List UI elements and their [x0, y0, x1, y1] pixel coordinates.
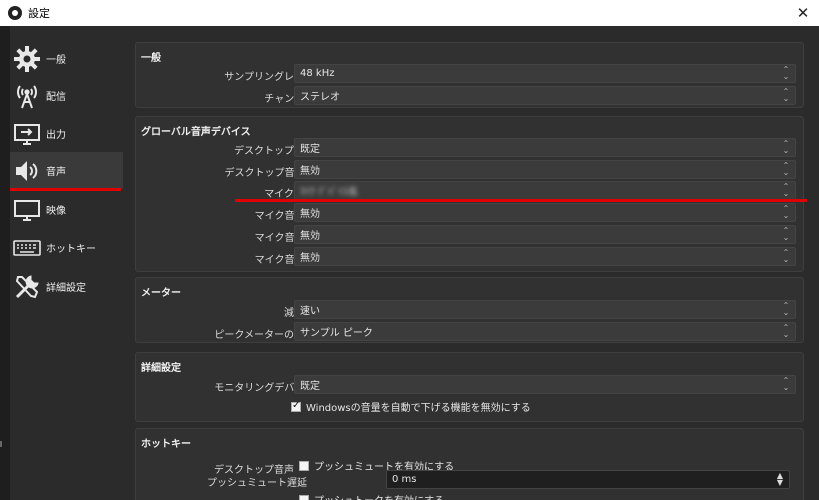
updown-arrows-icon: ⌃ ⌄: [782, 226, 790, 242]
updown-arrows-icon: ⌃ ⌄: [782, 301, 790, 317]
sidebar-item-video[interactable]: 映像: [10, 191, 123, 228]
disable-ducking-checkbox[interactable]: [291, 400, 301, 412]
push-to-mute-delay-label: プッシュミュート遅延: [207, 478, 307, 489]
push-to-mute-delay-value: 0 ms: [392, 474, 417, 485]
mic-audio-3-value: 無効: [300, 231, 320, 242]
edge-marker: [0, 441, 2, 447]
updown-arrows-icon: ⌃ ⌄: [782, 323, 790, 339]
desktop-audio-2-select[interactable]: 無効 ⌃ ⌄: [294, 160, 796, 179]
desktop-audio-2-label: デスクトップ音声 2: [224, 168, 314, 179]
hotkeys-group: ホットキー デスクトップ音声 プッシュミュートを有効にする プッシュミュート遅延…: [135, 428, 804, 500]
group-title-meter: メーター: [141, 288, 181, 299]
disable-ducking-checkbox-row[interactable]: Windowsの音量を自動で下げる機能を無効にする: [291, 399, 531, 414]
push-to-mute-delay-spinbox[interactable]: 0 ms ▲ ▼: [386, 470, 790, 489]
spin-arrows-icon[interactable]: ▲ ▼: [774, 472, 786, 487]
output-monitor-icon: [12, 119, 42, 149]
settings-sidebar: 一般 配信 出力 音声 映像 ホットキー 詳細設定: [10, 36, 123, 500]
sidebar-item-general[interactable]: 一般: [10, 40, 123, 77]
general-group: 一般 サンプリングレート 48 kHz ⌃ ⌄ チャンネル ステレオ ⌃ ⌄: [135, 42, 804, 108]
peak-meter-type-label: ピークメーターの種類: [214, 330, 314, 341]
obs-logo-icon: [8, 6, 22, 20]
push-to-talk-label: プッシュトークを有効にする: [314, 492, 444, 500]
sidebar-item-label: 一般: [46, 55, 66, 66]
mic-audio-value: ﾏｲｸ ﾃﾞﾊﾞｲｽ名: [300, 187, 359, 198]
tools-icon: [12, 272, 42, 302]
window-title: 設定: [28, 7, 50, 20]
updown-arrows-icon: ⌃ ⌄: [782, 87, 790, 103]
decay-rate-select[interactable]: 速い ⌃ ⌄: [294, 300, 796, 319]
group-title-general: 一般: [141, 53, 161, 64]
mic-audio-3-select[interactable]: 無効 ⌃ ⌄: [294, 225, 796, 244]
monitor-icon: [12, 195, 42, 225]
speaker-icon: [12, 156, 42, 186]
desktop-audio-label: デスクトップ音声: [234, 146, 314, 157]
sidebar-item-audio[interactable]: 音声: [10, 152, 123, 189]
monitoring-device-select[interactable]: 既定 ⌃ ⌄: [294, 375, 796, 394]
sample-rate-label: サンプリングレート: [224, 72, 314, 83]
sidebar-item-label: ホットキー: [46, 244, 96, 255]
updown-arrows-icon: ⌃ ⌄: [782, 182, 790, 198]
meter-group: メーター 減衰率 速い ⌃⌄ ピークメーターの種類 サンプル ピーク ⌃⌄: [135, 277, 804, 343]
push-to-talk-checkbox-row[interactable]: プッシュトークを有効にする: [299, 492, 444, 500]
updown-arrows-icon: ⌃ ⌄: [782, 248, 790, 264]
peak-meter-type-select[interactable]: サンプル ピーク ⌃ ⌄: [294, 322, 796, 341]
sidebar-item-label: 映像: [46, 206, 66, 217]
left-edge-strip: [0, 26, 10, 500]
mic-audio-3-label: マイク音声 3: [254, 233, 314, 244]
advanced-group: 詳細設定 モニタリングデバイス 既定 ⌃⌄ Windowsの音量を自動で下げる機…: [135, 352, 804, 422]
decay-rate-value: 速い: [300, 306, 320, 317]
push-to-talk-checkbox[interactable]: [299, 494, 309, 500]
mic-audio-select[interactable]: ﾏｲｸ ﾃﾞﾊﾞｲｽ名 ⌃ ⌄: [294, 181, 796, 200]
gear-icon: [12, 44, 42, 74]
disable-ducking-label: Windowsの音量を自動で下げる機能を無効にする: [306, 403, 531, 414]
updown-arrows-icon: ⌃ ⌄: [782, 376, 790, 392]
updown-arrows-icon: ⌃ ⌄: [782, 65, 790, 81]
updown-arrows-icon: ⌃ ⌄: [782, 204, 790, 220]
audio-settings-panel: 一般 サンプリングレート 48 kHz ⌃ ⌄ チャンネル ステレオ ⌃ ⌄ グロー…: [123, 36, 819, 500]
channels-label: チャンネル: [264, 94, 314, 105]
global-audio-devices-group: グローバル音声デバイス デスクトップ音声 既定 ⌃ ⌄ デスクトップ音声 2 無効…: [135, 116, 804, 272]
sidebar-item-advanced[interactable]: 詳細設定: [10, 268, 123, 305]
channels-select[interactable]: ステレオ ⌃ ⌄: [294, 86, 796, 105]
desktop-audio-value: 既定: [300, 144, 320, 155]
peak-meter-type-value: サンプル ピーク: [300, 328, 373, 339]
sample-rate-select[interactable]: 48 kHz ⌃ ⌄: [294, 64, 796, 83]
sidebar-item-stream[interactable]: 配信: [10, 77, 123, 114]
active-tab-underline: [10, 188, 121, 191]
mic-audio-label: マイク音声: [264, 189, 314, 200]
monitoring-device-value: 既定: [300, 381, 320, 392]
sidebar-item-label: 出力: [46, 130, 66, 141]
group-title-devices: グローバル音声デバイス: [141, 127, 251, 138]
desktop-audio-select[interactable]: 既定 ⌃ ⌄: [294, 138, 796, 157]
updown-arrows-icon: ⌃ ⌄: [782, 139, 790, 155]
sidebar-item-output[interactable]: 出力: [10, 115, 123, 152]
sidebar-item-label: 配信: [46, 92, 66, 103]
group-title-advanced: 詳細設定: [141, 363, 181, 374]
desktop-audio-2-value: 無効: [300, 166, 320, 177]
mic-audio-2-select[interactable]: 無効 ⌃ ⌄: [294, 203, 796, 222]
sample-rate-value: 48 kHz: [300, 68, 335, 79]
group-title-hotkeys: ホットキー: [141, 439, 191, 450]
close-button[interactable]: ✕: [793, 3, 813, 23]
push-to-mute-checkbox[interactable]: [299, 460, 309, 471]
channels-value: ステレオ: [300, 92, 340, 103]
annotation-red-line: [235, 199, 807, 202]
antenna-icon: [12, 81, 42, 111]
updown-arrows-icon: ⌃ ⌄: [782, 161, 790, 177]
monitoring-device-label: モニタリングデバイス: [214, 383, 314, 394]
mic-audio-2-label: マイク音声 2: [254, 211, 314, 222]
decay-rate-label: 減衰率: [134, 304, 314, 319]
sidebar-item-label: 詳細設定: [46, 283, 86, 294]
keyboard-icon: [12, 233, 42, 263]
mic-audio-4-label: マイク音声 4: [254, 255, 314, 266]
sidebar-item-label: 音声: [46, 167, 66, 178]
mic-audio-4-value: 無効: [300, 253, 320, 264]
title-bar: 設定 ✕: [0, 0, 819, 26]
mic-audio-4-select[interactable]: 無効 ⌃ ⌄: [294, 247, 796, 266]
sidebar-item-hotkeys[interactable]: ホットキー: [10, 229, 123, 266]
mic-audio-2-value: 無効: [300, 209, 320, 220]
